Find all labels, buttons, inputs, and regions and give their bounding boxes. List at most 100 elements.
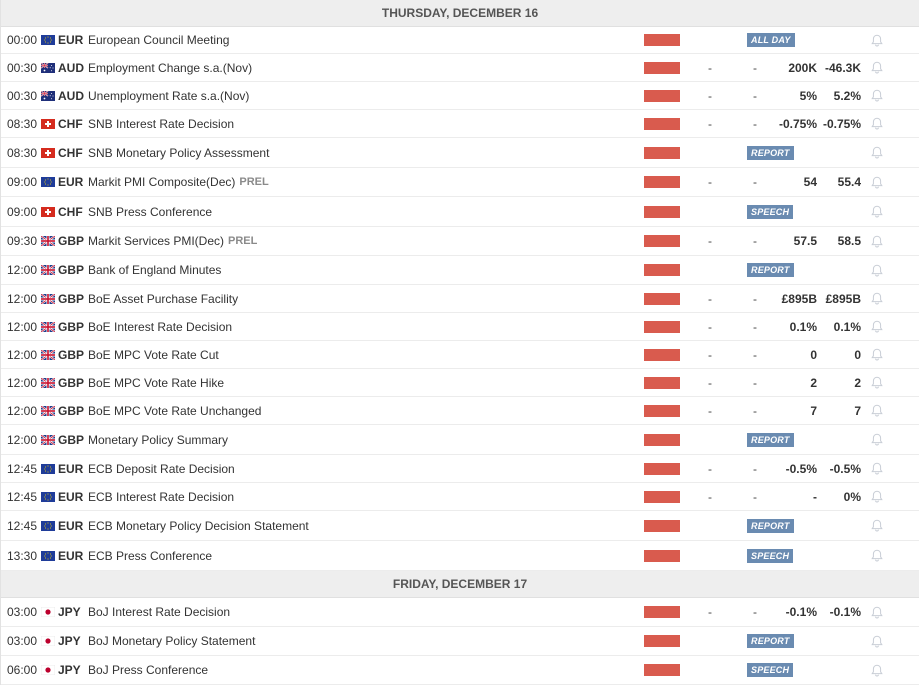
event-name[interactable]: BoJ Monetary Policy Statement (88, 634, 255, 648)
bell-icon[interactable] (870, 397, 884, 424)
event-name[interactable]: Unemployment Rate s.a.(Nov) (88, 89, 249, 103)
event-row[interactable]: 12:00 GBP Monetary Policy Summary REPORT (1, 425, 919, 455)
event-row[interactable]: 12:00 GBP BoE MPC Vote Rate Cut - - 0 0 (1, 341, 919, 369)
event-name[interactable]: ECB Monetary Policy Decision Statement (88, 519, 309, 533)
event-name[interactable]: BoE Asset Purchase Facility (88, 292, 238, 306)
event-name[interactable]: Monetary Policy Summary (88, 433, 228, 447)
event-row[interactable]: 09:30 GBP Markit Services PMI(Dec) PREL - - 57… (1, 227, 919, 256)
high-impact-bar (644, 433, 680, 446)
bell-icon[interactable] (870, 138, 884, 167)
event-name[interactable]: BoE Interest Rate Decision (88, 320, 232, 334)
event-row[interactable]: 09:00 CHF SNB Press Conference SPEECH (1, 197, 919, 227)
event-name[interactable]: ECB Deposit Rate Decision (88, 462, 235, 476)
event-name-cell[interactable]: BoE MPC Vote Rate Unchanged (88, 397, 628, 424)
event-name-cell[interactable]: BoE MPC Vote Rate Cut (88, 341, 628, 368)
event-name-cell[interactable]: Employment Change s.a.(Nov) (88, 54, 628, 81)
event-row[interactable]: 06:00 JPY BoJ Press Conference SPEECH (1, 656, 919, 685)
event-row[interactable]: 13:30 EUR ECB Press Conference SPEECH (1, 541, 919, 571)
event-name-cell[interactable]: BoE MPC Vote Rate Hike (88, 369, 628, 396)
bell-icon[interactable] (870, 256, 884, 284)
event-name-cell[interactable]: Bank of England Minutes (88, 256, 628, 284)
consensus-value: 0% (843, 489, 861, 504)
bell-icon[interactable] (870, 110, 884, 137)
event-name-cell[interactable]: BoJ Interest Rate Decision (88, 598, 628, 626)
event-name-cell[interactable]: SNB Monetary Policy Assessment (88, 138, 628, 167)
event-row[interactable]: 12:00 GBP Bank of England Minutes REPORT (1, 256, 919, 285)
event-name[interactable]: SNB Monetary Policy Assessment (88, 146, 269, 160)
bell-icon[interactable] (870, 483, 884, 510)
bell-icon[interactable] (870, 598, 884, 626)
event-name[interactable]: ECB Press Conference (88, 549, 212, 563)
event-row[interactable]: 00:30 AUD Employment Change s.a.(Nov) - - 200… (1, 54, 919, 82)
event-name[interactable]: BoE MPC Vote Rate Cut (88, 348, 219, 362)
bell-icon[interactable] (870, 511, 884, 540)
event-name[interactable]: BoE MPC Vote Rate Unchanged (88, 404, 261, 418)
event-name-cell[interactable]: BoE Asset Purchase Facility (88, 285, 628, 312)
event-name[interactable]: ECB Interest Rate Decision (88, 490, 234, 504)
event-row[interactable]: 12:45 EUR ECB Monetary Policy Decision Sta… (1, 511, 919, 541)
event-name-cell[interactable]: ECB Deposit Rate Decision (88, 455, 628, 482)
event-name[interactable]: BoE MPC Vote Rate Hike (88, 376, 224, 390)
bell-icon[interactable] (870, 313, 884, 340)
bell-icon[interactable] (870, 27, 884, 53)
event-row[interactable]: 12:00 GBP BoE MPC Vote Rate Hike - - 2 2 (1, 369, 919, 397)
bell-icon[interactable] (870, 656, 884, 684)
impact-indicator (644, 313, 680, 340)
event-name-cell[interactable]: SNB Press Conference (88, 197, 628, 226)
event-row[interactable]: 00:30 AUD Unemployment Rate s.a.(Nov) - - 5% 5… (1, 82, 919, 110)
event-row[interactable]: 12:45 EUR ECB Interest Rate Decision - - - 0% (1, 483, 919, 511)
event-name-cell[interactable]: Markit Services PMI(Dec) PREL (88, 227, 628, 255)
event-row[interactable]: 09:00 EUR Markit PMI Composite(Dec) PREL - - 5… (1, 168, 919, 197)
previous-value: -0.75% (778, 116, 817, 131)
event-name-cell[interactable]: European Council Meeting (88, 27, 628, 53)
bell-icon[interactable] (870, 54, 884, 81)
bell-icon[interactable] (870, 168, 884, 196)
bell-icon[interactable] (870, 541, 884, 570)
event-row[interactable]: 08:30 CHF SNB Monetary Policy Assessment RE… (1, 138, 919, 168)
event-row[interactable]: 12:45 EUR ECB Deposit Rate Decision - - -0.5%… (1, 455, 919, 483)
event-name-cell[interactable]: Monetary Policy Summary (88, 425, 628, 454)
event-name-cell[interactable]: SNB Interest Rate Decision (88, 110, 628, 137)
consensus-value: -0.1% (829, 605, 861, 619)
preliminary-tag: PREL (239, 176, 269, 188)
event-name-cell[interactable]: BoE Interest Rate Decision (88, 313, 628, 340)
bell-icon[interactable] (870, 627, 884, 655)
event-time: 12:00 (7, 347, 38, 362)
event-time: 13:30 (7, 548, 38, 563)
event-name[interactable]: SNB Interest Rate Decision (88, 117, 234, 131)
bell-icon[interactable] (870, 425, 884, 454)
bell-icon[interactable] (870, 82, 884, 109)
economic-calendar: THURSDAY, DECEMBER 16 00:00 EUR European Co… (0, 0, 919, 685)
event-row[interactable]: 00:00 EUR European Council Meeting ALL DAY (1, 27, 919, 54)
event-row[interactable]: 12:00 GBP BoE Asset Purchase Facility - - £89… (1, 285, 919, 313)
event-name-cell[interactable]: ECB Monetary Policy Decision Statement (88, 511, 628, 540)
event-name[interactable]: Bank of England Minutes (88, 263, 221, 277)
event-name-cell[interactable]: Markit PMI Composite(Dec) PREL (88, 168, 628, 196)
event-name-cell[interactable]: BoJ Press Conference (88, 656, 628, 684)
bell-icon[interactable] (870, 341, 884, 368)
currency-code: CHF (58, 145, 83, 160)
event-name-cell[interactable]: ECB Interest Rate Decision (88, 483, 628, 510)
event-row[interactable]: 03:00 JPY BoJ Interest Rate Decision - - -0.1… (1, 598, 919, 627)
event-name-cell[interactable]: ECB Press Conference (88, 541, 628, 570)
bell-icon[interactable] (870, 285, 884, 312)
bell-icon[interactable] (870, 455, 884, 482)
event-name[interactable]: Employment Change s.a.(Nov) (88, 61, 252, 75)
event-name[interactable]: Markit PMI Composite(Dec) (88, 175, 235, 189)
event-row[interactable]: 03:00 JPY BoJ Monetary Policy Statement REP… (1, 627, 919, 656)
event-name[interactable]: Markit Services PMI(Dec) (88, 234, 224, 248)
event-name[interactable]: SNB Press Conference (88, 205, 212, 219)
day-header: THURSDAY, DECEMBER 16 (1, 0, 919, 27)
event-name-cell[interactable]: Unemployment Rate s.a.(Nov) (88, 82, 628, 109)
event-name-cell[interactable]: BoJ Monetary Policy Statement (88, 627, 628, 655)
previous-value: -0.1% (785, 605, 817, 619)
event-row[interactable]: 12:00 GBP BoE MPC Vote Rate Unchanged - - 7 7 (1, 397, 919, 425)
event-row[interactable]: 12:00 GBP BoE Interest Rate Decision - - 0.1%… (1, 313, 919, 341)
bell-icon[interactable] (870, 369, 884, 396)
event-name[interactable]: BoJ Press Conference (88, 663, 208, 677)
bell-icon[interactable] (870, 227, 884, 255)
event-name[interactable]: BoJ Interest Rate Decision (88, 605, 230, 619)
event-row[interactable]: 08:30 CHF SNB Interest Rate Decision - - -0.7… (1, 110, 919, 138)
event-name[interactable]: European Council Meeting (88, 33, 229, 47)
bell-icon[interactable] (870, 197, 884, 226)
